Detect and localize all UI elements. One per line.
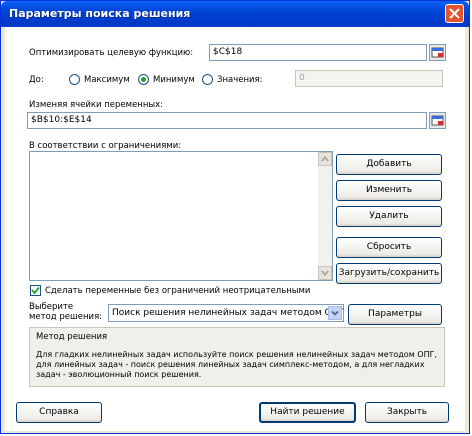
method-dropdown-button[interactable]: [328, 306, 342, 320]
method-description-group: Метод решения Для гладких нелинейных зад…: [29, 327, 445, 387]
radio-value[interactable]: [202, 74, 213, 85]
close-window-button[interactable]: [445, 4, 464, 23]
close-icon: [449, 8, 460, 19]
nonneg-label: Сделать переменные без ограничений неотр…: [45, 286, 311, 296]
radio-min-label: Минимум: [153, 75, 195, 85]
method-description-line1: Для гладких нелинейных задач используйте…: [36, 350, 438, 359]
variables-label: Изменяя ячейки переменных:: [29, 100, 164, 110]
add-button[interactable]: Добавить: [336, 154, 442, 175]
delete-button[interactable]: Удалить: [336, 206, 442, 227]
close-button[interactable]: Закрыть: [365, 402, 449, 423]
method-select-value: Поиск решения нелинейных задач методом О…: [112, 308, 344, 318]
constraints-list[interactable]: [29, 151, 333, 281]
change-button[interactable]: Изменить: [336, 180, 442, 201]
variables-input[interactable]: $B$10:$E$14: [27, 112, 427, 129]
constraints-label: В соответствии с ограничениями:: [29, 141, 182, 151]
solver-dialog: Параметры поиска решения Оптимизировать …: [0, 0, 470, 434]
options-button[interactable]: Параметры: [348, 304, 442, 325]
range-select-icon: [431, 47, 444, 58]
scroll-down-button[interactable]: [318, 266, 332, 280]
reset-button[interactable]: Сбросить: [336, 237, 442, 258]
method-description-line3: задач - эволюционный поиск решения.: [36, 370, 202, 379]
scroll-up-button[interactable]: [318, 152, 332, 166]
radio-max[interactable]: [69, 74, 80, 85]
radio-min[interactable]: [138, 74, 149, 85]
method-label-line1: Выберите: [29, 302, 74, 312]
help-button[interactable]: Справка: [16, 402, 102, 423]
load-save-button[interactable]: Загрузить/сохранить: [336, 263, 442, 284]
objective-ref-button[interactable]: [429, 44, 446, 61]
method-description-line2: для линейных задач - поиск решения линей…: [36, 360, 425, 369]
method-select[interactable]: Поиск решения нелинейных задач методом О…: [108, 304, 344, 322]
dialog-body: Оптимизировать целевую функцию: $C$18 До…: [5, 27, 465, 431]
objective-label: Оптимизировать целевую функцию:: [29, 48, 194, 58]
checkmark-icon: [31, 286, 40, 295]
constraints-scrollbar[interactable]: [318, 152, 332, 280]
radio-max-label: Максимум: [84, 75, 130, 85]
radio-value-label: Значения:: [217, 75, 263, 85]
arrow-up-icon: [321, 155, 329, 162]
value-input[interactable]: 0: [295, 70, 443, 87]
range-select-icon: [431, 115, 444, 126]
chevron-down-icon: [331, 310, 339, 316]
title-bar[interactable]: Параметры поиска решения: [1, 1, 469, 27]
to-label: До:: [29, 75, 44, 85]
variables-ref-button[interactable]: [429, 112, 446, 129]
solve-button[interactable]: Найти решение: [259, 402, 356, 423]
method-label-line2: метод решения:: [29, 312, 103, 322]
nonneg-checkbox[interactable]: [30, 285, 41, 296]
arrow-down-icon: [321, 270, 329, 277]
method-group-title: Метод решения: [36, 332, 108, 342]
window-title: Параметры поиска решения: [9, 7, 191, 20]
objective-input[interactable]: $C$18: [209, 44, 427, 61]
